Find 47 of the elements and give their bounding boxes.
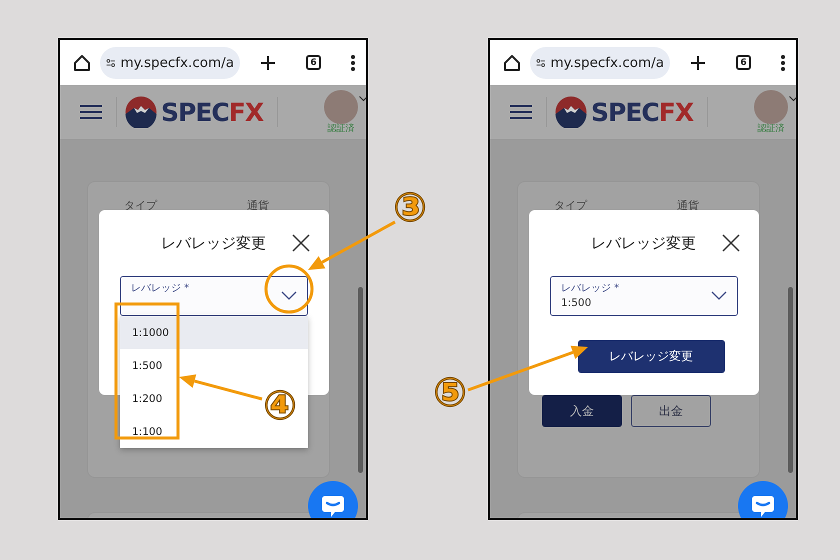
chat-button[interactable]	[308, 481, 358, 518]
chevron-down-icon[interactable]	[789, 96, 796, 102]
chevron-down-icon	[711, 291, 727, 300]
menu-icon[interactable]	[510, 105, 532, 119]
home-icon[interactable]	[502, 52, 522, 72]
tab-count[interactable]: 6	[736, 55, 751, 70]
home-icon[interactable]	[72, 52, 92, 72]
leverage-select[interactable]: レバレッジ *	[120, 276, 308, 316]
step-number: ④	[262, 386, 298, 426]
chevron-down-icon[interactable]	[359, 96, 366, 102]
step-number: ⑤	[432, 373, 468, 413]
chevron-down-icon	[281, 291, 297, 300]
dropdown-option[interactable]: 1:100	[120, 415, 250, 448]
logo-icon	[125, 96, 157, 128]
dialog-title: レバレッジ変更	[161, 234, 266, 252]
dialog-title: レバレッジ変更	[591, 234, 696, 252]
chat-icon	[320, 493, 346, 518]
chat-button[interactable]	[738, 481, 788, 518]
verified-label: 認証済	[328, 122, 354, 134]
close-icon[interactable]	[722, 234, 740, 252]
leverage-select[interactable]: レバレッジ * 1:500	[550, 276, 738, 316]
withdraw-button[interactable]: 出金	[631, 395, 711, 427]
step-number: ③	[392, 188, 428, 228]
logo-wordmark: SPECFX	[591, 98, 694, 126]
dropdown-option[interactable]: 1:500	[120, 349, 250, 382]
field-label: タイプ	[124, 198, 157, 213]
menu-icon[interactable]	[80, 105, 102, 119]
close-icon[interactable]	[292, 234, 310, 252]
plus-icon[interactable]	[690, 54, 706, 70]
submit-button[interactable]: レバレッジ変更	[578, 340, 724, 373]
tab-count[interactable]: 6	[306, 55, 321, 70]
scrollbar[interactable]	[788, 287, 793, 473]
dropdown-option[interactable]: 1:1000	[120, 316, 308, 349]
logo-icon	[555, 96, 587, 128]
field-label: タイプ	[554, 198, 587, 213]
plus-icon[interactable]	[260, 54, 276, 70]
dropdown-option[interactable]: 1:200	[120, 382, 250, 415]
chat-icon	[750, 493, 776, 518]
logo-wordmark: SPECFX	[161, 98, 264, 126]
verified-label: 認証済	[758, 122, 784, 134]
address-bar[interactable]: my.specfx.com/a	[100, 46, 240, 78]
more-icon[interactable]	[350, 54, 356, 72]
address-bar[interactable]: my.specfx.com/a	[530, 46, 670, 78]
deposit-button[interactable]: 入金	[542, 395, 622, 427]
more-icon[interactable]	[780, 54, 786, 72]
highlight-circle	[264, 264, 314, 314]
scrollbar[interactable]	[358, 287, 363, 473]
